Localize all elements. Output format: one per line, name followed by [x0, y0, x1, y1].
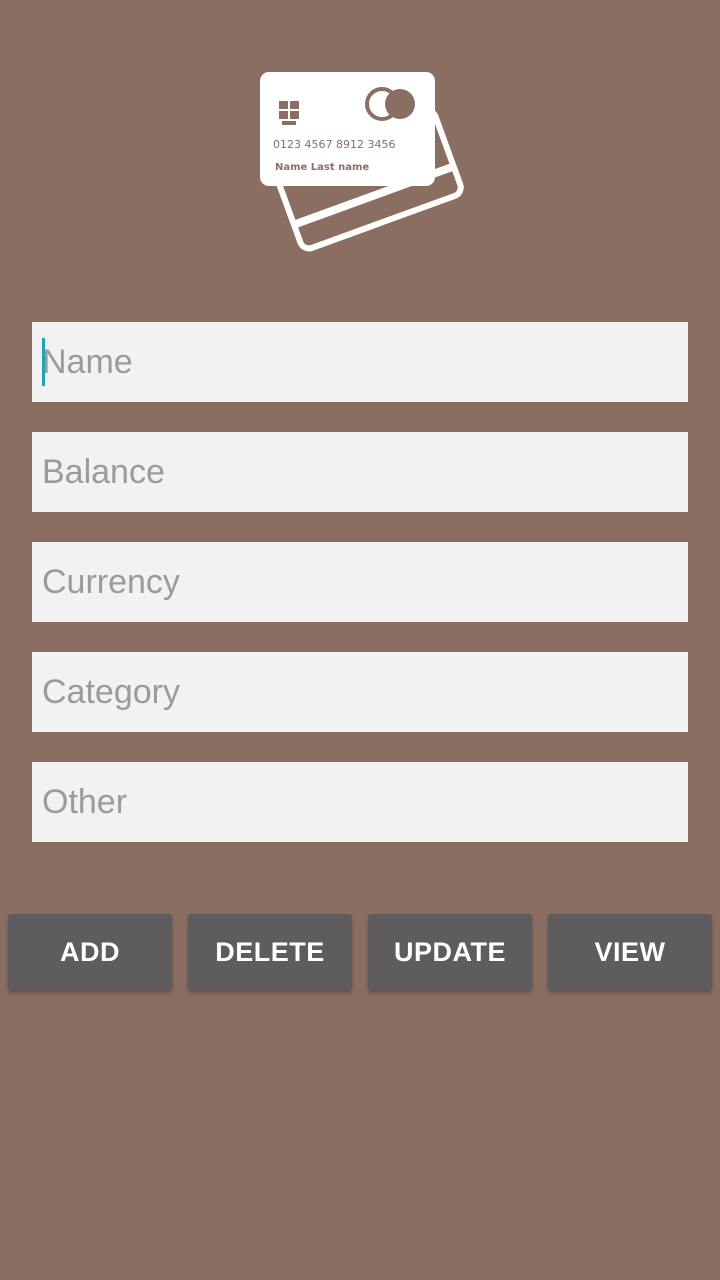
text-cursor — [42, 338, 45, 386]
balance-field-container — [32, 432, 688, 512]
update-button[interactable]: UPDATE — [368, 914, 532, 990]
card-number-text: 0123 4567 8912 3456 — [273, 138, 395, 151]
category-input[interactable] — [32, 652, 688, 732]
card-holder-text: Name Last name — [275, 162, 369, 173]
category-field-container — [32, 652, 688, 732]
currency-input[interactable] — [32, 542, 688, 622]
name-field-container — [32, 322, 688, 402]
currency-field-container — [32, 542, 688, 622]
view-button[interactable]: VIEW — [548, 914, 712, 990]
balance-input[interactable] — [32, 432, 688, 512]
other-input[interactable] — [32, 762, 688, 842]
add-button[interactable]: ADD — [8, 914, 172, 990]
name-input[interactable] — [32, 322, 688, 402]
credit-cards-icon: 0123 4567 8912 3456 Name Last name — [255, 66, 465, 256]
other-field-container — [32, 762, 688, 842]
delete-button[interactable]: DELETE — [188, 914, 352, 990]
